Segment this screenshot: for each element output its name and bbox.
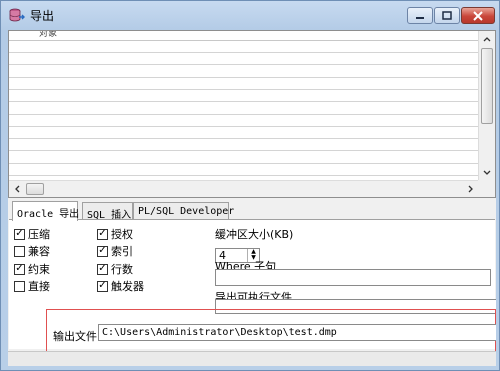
direct-option[interactable]: 直接 (14, 278, 50, 294)
scroll-left-button[interactable] (9, 181, 25, 197)
compatible-option[interactable]: 兼容 (14, 243, 50, 259)
maximize-icon (442, 11, 452, 20)
grid-row[interactable] (9, 103, 479, 115)
chevron-left-icon (15, 185, 20, 193)
compatible-label: 兼容 (28, 245, 50, 258)
maximize-button[interactable] (434, 7, 460, 24)
compatible-checkbox[interactable] (14, 245, 25, 257)
grid-row[interactable] (9, 78, 479, 90)
tab-plsql-developer[interactable]: PL/SQL Developer (133, 202, 234, 220)
output-file-input[interactable]: C:\Users\Administrator\Desktop\test.dmp (98, 324, 496, 341)
scroll-corner (478, 180, 495, 197)
scroll-down-button[interactable] (479, 165, 495, 181)
output-file-label: 输出文件 (53, 330, 97, 343)
triggers-option[interactable]: ✓ 触发器 (97, 278, 144, 294)
status-bar (8, 351, 496, 366)
chevron-down-icon (483, 170, 491, 175)
constraints-label: 约束 (28, 263, 50, 276)
grid-row[interactable] (9, 115, 479, 127)
compress-option[interactable]: ✓ 压缩 (14, 226, 50, 242)
grid-header: 对象 (9, 31, 479, 41)
grid-row[interactable] (9, 41, 479, 53)
window-title: 导出 (30, 9, 55, 23)
tab-sql-insert[interactable]: SQL 插入 (82, 202, 133, 221)
horizontal-scrollbar[interactable] (9, 180, 479, 197)
grid-row[interactable] (9, 139, 479, 152)
close-button[interactable] (461, 7, 495, 24)
grid-row[interactable] (9, 127, 479, 140)
rows-checkbox[interactable]: ✓ (97, 263, 108, 275)
dialog-client-area: 对象 Oracle 导出 SQL 插入 PL/SQL Developer ✓ 压… (8, 30, 496, 366)
scroll-up-button[interactable] (479, 31, 495, 47)
export-window: 导出 对象 Oracle 导出 SQL 插入 PL/SQL Developer … (0, 0, 500, 371)
horizontal-scroll-thumb[interactable] (26, 183, 44, 195)
close-icon (473, 10, 483, 21)
minimize-icon (416, 16, 424, 19)
chevron-right-icon (468, 185, 473, 193)
direct-checkbox[interactable] (14, 280, 25, 292)
chevron-up-icon (483, 37, 491, 42)
indexes-checkbox[interactable]: ✓ (97, 245, 108, 257)
tab-oracle-export[interactable]: Oracle 导出 (12, 201, 79, 221)
indexes-option[interactable]: ✓ 索引 (97, 243, 133, 259)
object-grid[interactable]: 对象 (8, 30, 496, 198)
where-clause-input[interactable] (215, 269, 491, 286)
direct-label: 直接 (28, 280, 50, 293)
buffer-size-label: 缓冲区大小(KB) (215, 228, 294, 241)
scroll-right-button[interactable] (463, 181, 479, 197)
grid-row[interactable] (9, 90, 479, 103)
grants-label: 授权 (111, 228, 133, 241)
constraints-checkbox[interactable]: ✓ (14, 263, 25, 275)
indexes-label: 索引 (111, 245, 133, 258)
vertical-scroll-thumb[interactable] (481, 48, 493, 124)
constraints-option[interactable]: ✓ 约束 (14, 261, 50, 277)
grid-row[interactable] (9, 164, 479, 176)
compress-label: 压缩 (28, 228, 50, 241)
rows-option[interactable]: ✓ 行数 (97, 261, 133, 277)
grid-row[interactable] (9, 53, 479, 66)
minimize-button[interactable] (407, 7, 433, 24)
grants-option[interactable]: ✓ 授权 (97, 226, 133, 242)
grid-row[interactable] (9, 152, 479, 164)
rows-label: 行数 (111, 263, 133, 276)
title-bar: 导出 (1, 1, 499, 29)
vertical-scrollbar[interactable] (478, 31, 495, 181)
triggers-label: 触发器 (111, 280, 144, 293)
compress-checkbox[interactable]: ✓ (14, 228, 25, 240)
database-export-icon (9, 8, 25, 22)
grid-header-label: 对象 (39, 30, 58, 39)
triggers-checkbox[interactable]: ✓ (97, 280, 108, 292)
grants-checkbox[interactable]: ✓ (97, 228, 108, 240)
grid-row[interactable] (9, 66, 479, 78)
